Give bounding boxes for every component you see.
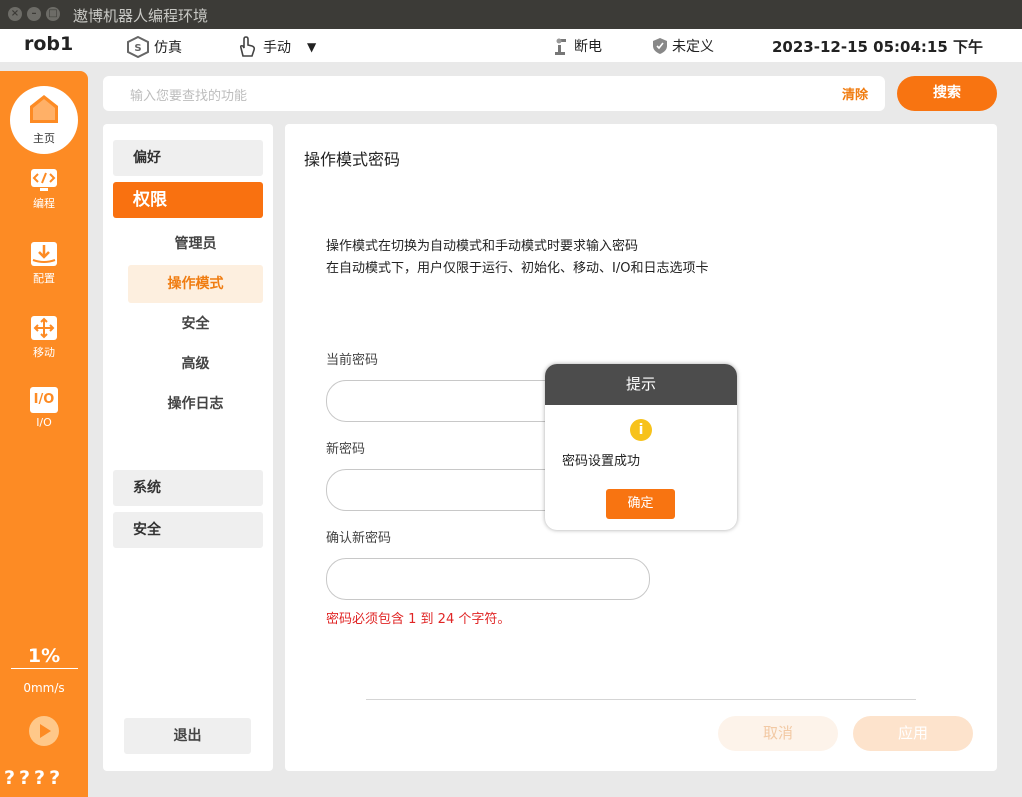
dialog-message: 密码设置成功 [562, 454, 641, 469]
play-icon [40, 724, 51, 738]
dialog-ok-button[interactable]: 确定 [606, 489, 675, 519]
nav-program[interactable]: 编程 [0, 168, 88, 211]
current-password-label: 当前密码 [326, 353, 379, 368]
close-window-button[interactable]: × [8, 7, 22, 21]
nav-config[interactable]: 配置 [0, 241, 88, 286]
maximize-window-button[interactable]: □ [46, 7, 60, 21]
nav-home[interactable]: 主页 [10, 86, 78, 154]
nav-program-label: 编程 [33, 197, 55, 210]
simulation-label: 仿真 [154, 40, 182, 56]
download-box-icon [31, 242, 57, 266]
power-status: 断电 [552, 36, 602, 56]
speed-percent[interactable]: 1% [0, 645, 88, 667]
menu-safety[interactable]: 安全 [113, 512, 263, 548]
menu-permissions[interactable]: 权限 [113, 182, 263, 218]
menu-sub-admin[interactable]: 管理员 [128, 225, 263, 263]
nav-home-label: 主页 [33, 132, 55, 145]
password-error-text: 密码必须包含 1 到 24 个字符。 [326, 612, 511, 627]
dialog-title: 提示 [545, 364, 737, 405]
datetime: 2023-12-15 05:04:15 下午 [772, 38, 984, 56]
confirm-password-label: 确认新密码 [326, 531, 392, 546]
play-button[interactable] [29, 716, 59, 746]
simulation-toggle[interactable]: S 仿真 [126, 36, 182, 58]
home-icon [30, 95, 58, 123]
hand-icon [239, 36, 256, 57]
menu-sub-safety[interactable]: 安全 [128, 305, 263, 343]
menu-preferences[interactable]: 偏好 [113, 140, 263, 176]
confirm-password-input[interactable] [326, 558, 650, 600]
nav-config-label: 配置 [33, 272, 55, 285]
divider [366, 699, 916, 700]
info-dialog: 提示 i 密码设置成功 确定 [545, 364, 737, 530]
power-label: 断电 [574, 39, 602, 55]
search-input[interactable]: 输入您要查找的功能 [130, 85, 247, 104]
shield-icon [653, 38, 667, 54]
search-box[interactable]: 输入您要查找的功能 清除 [103, 76, 885, 111]
io-icon: I/O [30, 387, 58, 413]
clear-button[interactable]: 清除 [842, 84, 868, 103]
page-title: 操作模式密码 [304, 150, 401, 169]
safety-status: 未定义 [652, 36, 714, 56]
status-bar: rob1 S 仿真 手动 ▼ 断电 未定义 2023-12-15 05:04:1… [0, 29, 1022, 62]
nav-move-label: 移动 [33, 346, 55, 359]
menu-sub-operation-log[interactable]: 操作日志 [128, 385, 263, 423]
new-password-label: 新密码 [326, 442, 366, 457]
logout-button[interactable]: 退出 [124, 718, 251, 754]
simulation-icon: S [127, 36, 149, 58]
apply-button[interactable]: 应用 [853, 716, 973, 751]
speed-divider [11, 668, 78, 669]
window-title: 遨博机器人编程环境 [73, 7, 209, 25]
cancel-button[interactable]: 取消 [718, 716, 838, 751]
speed-value: 0mm/s [23, 681, 65, 695]
chevron-down-icon: ▼ [307, 40, 317, 54]
description-line-1: 操作模式在切换为自动模式和手动模式时要求输入密码 [326, 239, 639, 254]
mode-dropdown[interactable]: 手动 ▼ [235, 36, 316, 58]
nav-io[interactable]: I/O I/O [0, 387, 88, 429]
robot-arm-icon [555, 38, 566, 55]
minimize-window-button[interactable]: – [27, 7, 41, 21]
left-nav: 主页 编程 配置 移动 I/O I/O 1% 0mm/s ???? [0, 71, 88, 797]
mode-label: 手动 [263, 40, 291, 56]
help-icons[interactable]: ???? [4, 767, 64, 789]
svg-text:S: S [134, 43, 141, 54]
description-line-2: 在自动模式下，用户仅限于运行、初始化、移动、I/O和日志选项卡 [326, 261, 709, 276]
info-icon: i [630, 419, 652, 441]
safety-label: 未定义 [672, 39, 714, 55]
search-button[interactable]: 搜索 [897, 76, 997, 111]
nav-move[interactable]: 移动 [0, 315, 88, 360]
title-bar: × – □ 遨博机器人编程环境 [0, 0, 1022, 29]
menu-sub-advanced[interactable]: 高级 [128, 345, 263, 383]
nav-io-label: I/O [36, 416, 52, 429]
code-icon [31, 169, 57, 191]
settings-menu: 偏好 权限 管理员 操作模式 安全 高级 操作日志 系统 安全 退出 [103, 124, 273, 771]
menu-system[interactable]: 系统 [113, 470, 263, 506]
menu-sub-operation-mode[interactable]: 操作模式 [128, 265, 263, 303]
robot-name: rob1 [24, 33, 74, 55]
move-arrows-icon [31, 316, 57, 340]
